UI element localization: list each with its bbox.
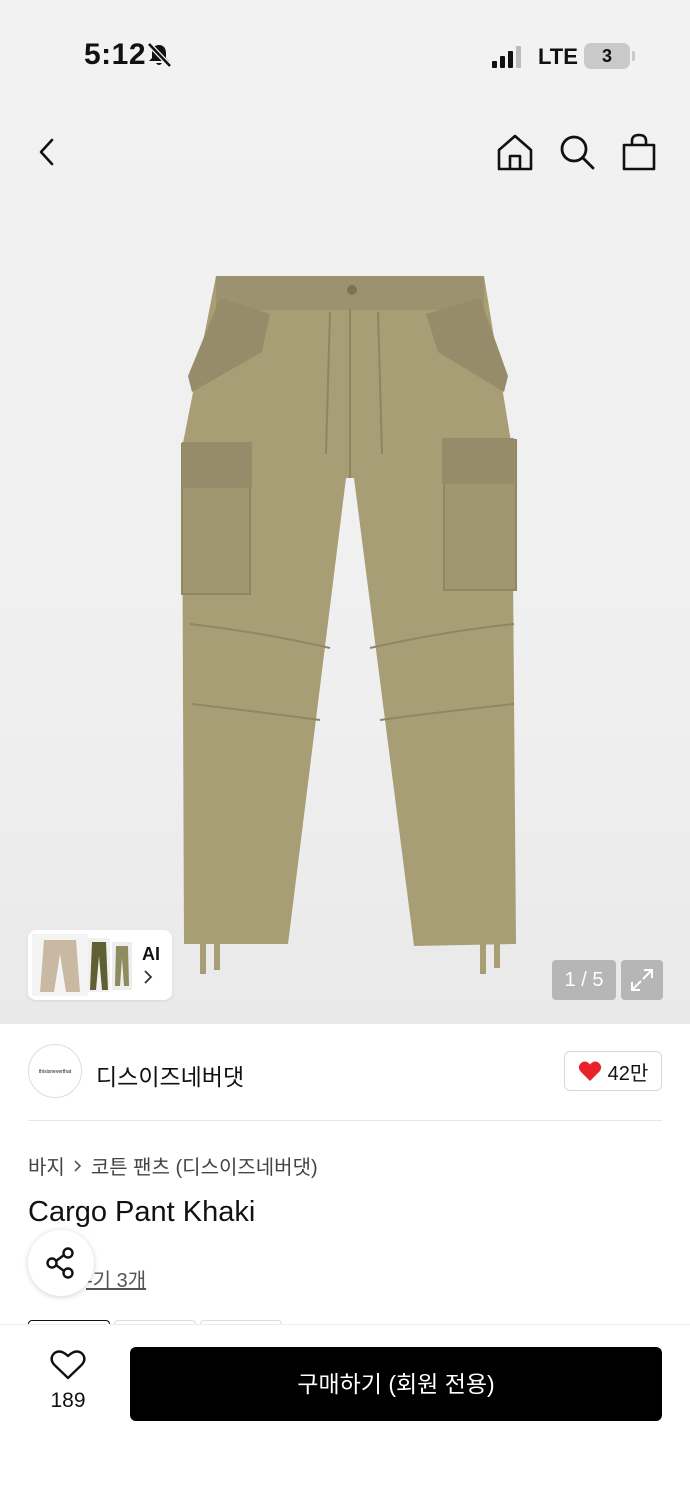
bottom-action-bar: 189 구매하기 (회원 전용) xyxy=(0,1324,690,1500)
ai-similar-card[interactable]: AI xyxy=(28,930,172,1000)
share-icon xyxy=(46,1247,74,1279)
expand-icon xyxy=(631,969,653,991)
review-link[interactable]: -기 3개 xyxy=(86,1264,146,1293)
shopping-bag-icon xyxy=(622,133,656,171)
similar-items-thumbnail xyxy=(32,934,132,996)
product-title: Cargo Pant Khaki xyxy=(28,1196,256,1228)
status-bar: 5:12 LTE 3 xyxy=(0,0,690,110)
search-icon xyxy=(560,135,595,170)
share-button[interactable] xyxy=(28,1230,94,1296)
signal-icon xyxy=(492,46,521,68)
home-button[interactable] xyxy=(493,130,537,174)
image-counter: 1 / 5 xyxy=(552,960,616,1000)
breadcrumb-category[interactable]: 바지 xyxy=(28,1151,65,1180)
battery-indicator: 3 xyxy=(584,43,630,69)
search-button[interactable] xyxy=(555,130,599,174)
divider xyxy=(28,1120,662,1121)
heart-outline-icon xyxy=(50,1350,86,1380)
back-button[interactable] xyxy=(26,130,70,174)
brand-like-count: 42만 xyxy=(607,1062,649,1085)
network-type: LTE xyxy=(538,44,578,69)
status-time: 5:12 xyxy=(84,38,147,71)
home-icon xyxy=(497,134,533,171)
heart-filled-icon xyxy=(578,1061,601,1081)
chevron-right-icon xyxy=(74,1159,81,1172)
bell-muted-icon xyxy=(147,42,172,68)
product-hero: 5:12 LTE 3 AI 1 / 5 xyxy=(0,0,690,1024)
cart-button[interactable] xyxy=(617,130,661,174)
battery-cap xyxy=(632,51,635,61)
brand-logo[interactable]: thisisneverthat xyxy=(28,1044,82,1098)
wishlist-count: 189 xyxy=(50,1389,86,1412)
chevron-left-icon xyxy=(39,138,54,166)
breadcrumb-subcategory[interactable]: 코튼 팬츠 (디스이즈네버댓) xyxy=(91,1151,318,1180)
breadcrumb: 바지 코튼 팬츠 (디스이즈네버댓) xyxy=(28,1151,318,1180)
brand-name[interactable]: 디스이즈네버댓 xyxy=(96,1058,244,1092)
fullscreen-button[interactable] xyxy=(621,960,663,1000)
chevron-right-icon xyxy=(144,970,153,984)
brand-like-button[interactable]: 42만 xyxy=(564,1051,662,1091)
brand-row: thisisneverthat 디스이즈네버댓 42만 xyxy=(0,1024,690,1120)
buy-button[interactable]: 구매하기 (회원 전용) xyxy=(130,1347,662,1421)
product-image[interactable] xyxy=(170,268,530,980)
ai-label: AI xyxy=(142,944,160,964)
wishlist-button[interactable]: 189 xyxy=(28,1349,108,1419)
